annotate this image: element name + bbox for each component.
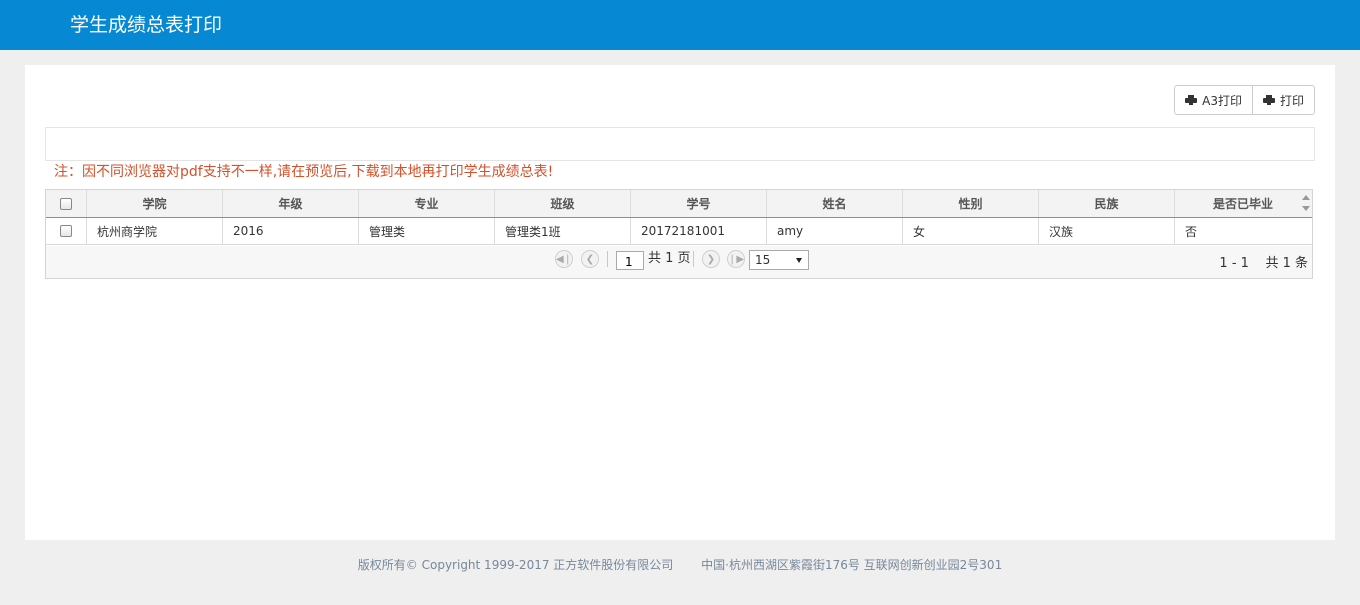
cell-ethnicity: 汉族 — [1039, 218, 1175, 244]
footer-copyright: 版权所有© Copyright 1999-2017 正方软件股份有限公司 — [357, 558, 674, 572]
column-header-gender[interactable]: 性别 — [903, 190, 1039, 217]
cell-college: 杭州商学院 — [87, 218, 223, 244]
column-header-name[interactable]: 姓名 — [767, 190, 903, 217]
table-row[interactable]: 杭州商学院 2016 管理类 管理类1班 20172181001 amy 女 汉… — [46, 218, 1312, 245]
column-header-student-id[interactable]: 学号 — [631, 190, 767, 217]
column-header-ethnicity[interactable]: 民族 — [1039, 190, 1175, 217]
record-total: 共 1 条 — [1265, 256, 1308, 271]
row-checkbox[interactable] — [60, 225, 72, 237]
last-page-icon[interactable]: ❘▶ — [727, 250, 745, 268]
page-number-input[interactable] — [616, 251, 644, 270]
scroll-up-icon — [1302, 195, 1310, 200]
page-size-value: 15 — [755, 253, 771, 267]
record-info: 1 - 1 共 1 条 — [1219, 252, 1308, 271]
next-page-icon[interactable]: ❯ — [702, 250, 720, 268]
header-scroll-arrows[interactable] — [1300, 190, 1312, 218]
column-header-class[interactable]: 班级 — [495, 190, 631, 217]
column-header-college[interactable]: 学院 — [87, 190, 223, 217]
column-header-grade[interactable]: 年级 — [223, 190, 359, 217]
select-all-checkbox[interactable] — [60, 197, 72, 210]
cell-gender: 女 — [903, 218, 1039, 244]
cell-name: amy — [767, 218, 903, 244]
a3-print-label: A3打印 — [1202, 93, 1242, 108]
cell-graduated: 否 — [1185, 224, 1198, 239]
printer-icon — [1262, 94, 1275, 106]
footer: 版权所有© Copyright 1999-2017 正方软件股份有限公司 中国·… — [0, 556, 1360, 573]
first-page-icon[interactable]: ◀❘ — [555, 250, 573, 268]
total-pages-text: 共 1 页 — [648, 251, 691, 266]
main-panel: A3打印 打印 注：因不同浏览器对pdf支持不一样,请在预览后,下载到本地再打印… — [25, 65, 1335, 540]
query-area — [45, 127, 1315, 161]
print-label: 打印 — [1279, 93, 1304, 108]
printer-icon — [1185, 94, 1198, 106]
print-button-group: A3打印 打印 — [1174, 85, 1315, 115]
row-select-cell — [46, 218, 87, 244]
prev-page-icon[interactable]: ❮ — [581, 250, 599, 268]
cell-major: 管理类 — [359, 218, 495, 244]
pager-divider — [607, 251, 608, 267]
cell-grade: 2016 — [223, 218, 359, 244]
cell-class: 管理类1班 — [495, 218, 631, 244]
notice-text: 注：因不同浏览器对pdf支持不一样,请在预览后,下载到本地再打印学生成绩总表! — [54, 164, 554, 180]
scroll-down-icon — [1302, 206, 1310, 211]
pager: ◀❘ ❮ 共 1 页 ❯ ❘▶ 15 1 - 1 共 1 条 — [46, 246, 1312, 278]
pager-divider — [693, 251, 694, 267]
dropdown-caret-icon — [796, 258, 802, 263]
a3-print-button[interactable]: A3打印 — [1175, 86, 1252, 114]
page-title: 学生成绩总表打印 — [70, 14, 223, 36]
top-bar: 学生成绩总表打印 — [0, 0, 1360, 50]
footer-address: 中国·杭州西湖区紫霞街176号 互联网创新创业园2号301 — [701, 558, 1003, 572]
column-header-major[interactable]: 专业 — [359, 190, 495, 217]
page-size-select[interactable]: 15 — [749, 250, 809, 270]
table-header: 学院 年级 专业 班级 学号 姓名 性别 民族 是否已毕业 — [46, 190, 1312, 218]
print-button[interactable]: 打印 — [1251, 86, 1314, 114]
score-grid: 学院 年级 专业 班级 学号 姓名 性别 民族 是否已毕业 杭州商学院 2016… — [45, 189, 1313, 279]
select-all-cell — [46, 190, 87, 217]
cell-student-id: 20172181001 — [631, 218, 767, 244]
record-range: 1 - 1 — [1219, 256, 1249, 271]
column-header-graduated[interactable]: 是否已毕业 — [1175, 190, 1311, 217]
